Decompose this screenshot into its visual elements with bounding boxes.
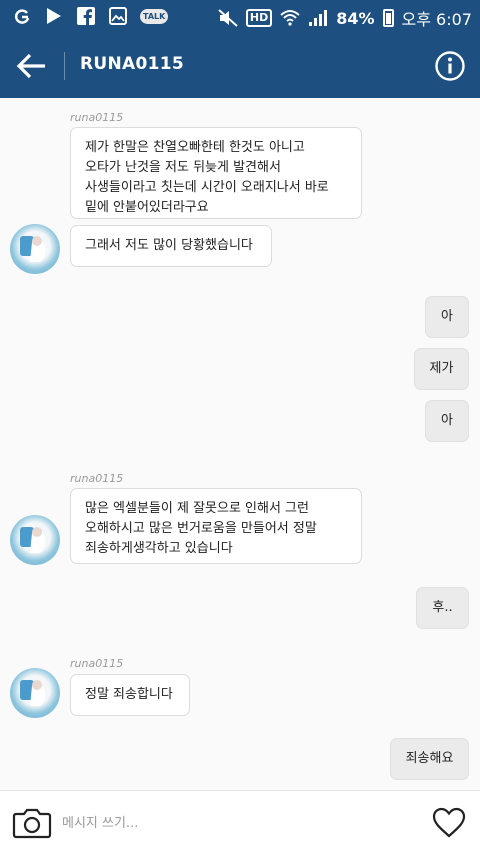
profile-photo	[20, 527, 46, 553]
message-bubble-outgoing: 아	[425, 296, 469, 338]
avatar[interactable]	[10, 668, 60, 718]
kakaotalk-icon: TALK	[140, 8, 169, 24]
message-bubble-incoming: 정말 죄송합니다	[70, 674, 190, 716]
mute-icon	[218, 8, 238, 28]
message-bubble-outgoing: 죄송해요	[390, 738, 469, 780]
avatar[interactable]	[10, 224, 60, 274]
conversation-title: RUNA0115	[80, 54, 184, 74]
arrow-left-icon	[16, 53, 45, 79]
heart-icon	[432, 807, 466, 838]
gallery-icon	[108, 6, 128, 26]
sender-name: runa0115	[70, 657, 124, 670]
message-bubble-incoming: 제가 한말은 찬열오빠한테 한것도 아니고 오타가 난것을 저도 뒤늦게 발견해…	[70, 127, 362, 219]
app-bar: RUNA0115	[0, 34, 480, 98]
facebook-icon	[76, 6, 96, 26]
battery-icon	[382, 9, 394, 27]
battery-percent: 84%	[336, 8, 375, 28]
sync-icon	[12, 6, 32, 26]
message-bubble-incoming: 많은 엑셀분들이 제 잘못으로 인해서 그런 오해하시고 많은 번거로움을 만들…	[70, 488, 362, 564]
like-button[interactable]	[432, 807, 466, 839]
clock: 오후 6:07	[401, 10, 472, 29]
camera-icon	[12, 808, 52, 839]
info-icon	[435, 51, 465, 81]
sender-name: runa0115	[70, 472, 124, 485]
avatar[interactable]	[10, 515, 60, 565]
info-button[interactable]	[434, 50, 466, 82]
status-bar: TALK HD 84% 오후 6:07	[0, 0, 480, 34]
header-divider	[64, 52, 65, 80]
signal-icon	[308, 8, 328, 28]
message-bubble-outgoing: 아	[425, 400, 469, 442]
sender-name: runa0115	[70, 111, 124, 124]
message-input[interactable]	[62, 809, 412, 837]
message-bubble-outgoing: 후..	[416, 587, 469, 629]
camera-button[interactable]	[12, 805, 52, 841]
play-icon	[44, 6, 64, 26]
profile-photo	[20, 680, 46, 706]
back-button[interactable]	[14, 48, 50, 84]
message-bubble-outgoing: 제가	[414, 348, 469, 390]
wifi-icon	[280, 8, 300, 28]
message-composer	[0, 790, 480, 853]
message-bubble-incoming: 그래서 저도 많이 당황했습니다	[70, 225, 272, 267]
hd-voice-icon: HD	[245, 9, 273, 27]
profile-photo	[20, 236, 46, 262]
